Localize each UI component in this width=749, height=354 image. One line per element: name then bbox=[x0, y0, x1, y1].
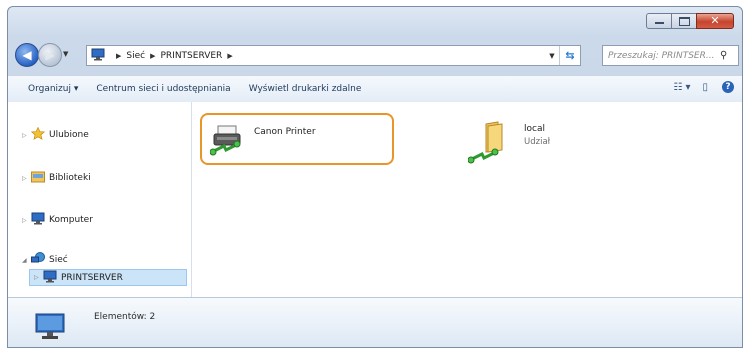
preview-pane-icon[interactable]: ▯ bbox=[702, 82, 708, 93]
search-input[interactable]: Przeszukaj: PRINTSER... bbox=[608, 51, 720, 61]
sidebar-item-label: Biblioteki bbox=[49, 173, 91, 183]
sidebar-item-label: Ulubione bbox=[49, 130, 89, 140]
close-icon: ✕ bbox=[710, 14, 720, 27]
minimize-button[interactable] bbox=[646, 13, 672, 29]
item-label: Canon Printer bbox=[254, 127, 316, 137]
expand-icon[interactable]: ▷ bbox=[22, 175, 31, 182]
sidebar-item-libraries[interactable]: ▷ Biblioteki bbox=[22, 170, 91, 186]
item-label: local bbox=[524, 124, 545, 134]
library-icon bbox=[31, 170, 45, 186]
item-type-label: Udział bbox=[524, 137, 551, 147]
forward-arrow-icon: ▶ bbox=[45, 48, 55, 62]
computer-icon bbox=[34, 312, 68, 345]
sidebar-item-printserver[interactable]: ▷ PRINTSERVER bbox=[29, 269, 187, 286]
organize-button[interactable]: Organizuj ▾ bbox=[28, 84, 78, 94]
back-arrow-icon: ◀ bbox=[22, 48, 32, 62]
collapse-icon[interactable]: ◢ bbox=[22, 257, 31, 264]
network-icon bbox=[31, 252, 45, 268]
command-bar: Organizuj ▾ Centrum sieci i udostępniani… bbox=[8, 75, 742, 103]
refresh-icon[interactable]: ⇆ bbox=[559, 46, 580, 65]
breadcrumb: ▶ Sieć ▶ PRINTSERVER ▶ bbox=[111, 51, 238, 61]
expand-icon[interactable]: ▷ bbox=[34, 274, 43, 281]
printer-share-icon bbox=[209, 122, 248, 161]
breadcrumb-network[interactable]: Sieć bbox=[126, 51, 145, 61]
star-icon bbox=[30, 126, 46, 143]
close-button[interactable]: ✕ bbox=[696, 13, 734, 29]
address-dropdown-icon[interactable]: ▼ bbox=[545, 52, 559, 60]
caption-buttons: ✕ bbox=[646, 13, 734, 29]
address-bar[interactable]: ▶ Sieć ▶ PRINTSERVER ▶ ▼ ⇆ bbox=[86, 45, 581, 66]
back-button[interactable]: ◀ bbox=[15, 43, 39, 67]
maximize-button[interactable] bbox=[671, 13, 697, 29]
explorer-window: ✕ ◀ ▶ ▼ ▶ Sieć ▶ PRINTSERVER ▶ ▼ ⇆ Przes… bbox=[7, 6, 743, 348]
list-item-local[interactable]: local Udział bbox=[467, 120, 551, 169]
details-pane: Elementów: 2 bbox=[8, 297, 742, 347]
sidebar-item-computer[interactable]: ▷ Komputer bbox=[22, 212, 93, 228]
sidebar-item-label: Komputer bbox=[49, 215, 93, 225]
navigation-pane: ▷ Ulubione ▷ Biblioteki ▷ Komputer ◢ Sie… bbox=[8, 102, 192, 297]
computer-icon bbox=[43, 270, 57, 286]
sidebar-item-network[interactable]: ◢ Sieć bbox=[22, 252, 68, 268]
expand-icon[interactable]: ▷ bbox=[22, 217, 31, 224]
maximize-icon bbox=[678, 16, 690, 26]
expand-icon[interactable]: ▷ bbox=[22, 132, 31, 139]
history-dropdown[interactable]: ▼ bbox=[63, 50, 68, 58]
breadcrumb-separator-icon: ▶ bbox=[227, 51, 233, 60]
minimize-icon bbox=[654, 22, 664, 24]
breadcrumb-separator-icon: ▶ bbox=[116, 51, 122, 60]
file-list: Canon Printer local Udział bbox=[192, 102, 742, 297]
folder-share-icon bbox=[467, 120, 516, 169]
breadcrumb-separator-icon: ▶ bbox=[150, 51, 156, 60]
network-center-button[interactable]: Centrum sieci i udostępniania bbox=[96, 84, 230, 94]
computer-icon bbox=[91, 48, 105, 64]
computer-icon bbox=[31, 212, 45, 228]
view-options-icon[interactable]: ☷ ▾ bbox=[673, 82, 690, 93]
forward-button[interactable]: ▶ bbox=[38, 43, 62, 67]
sidebar-item-label: PRINTSERVER bbox=[61, 272, 123, 283]
list-item-canon-printer[interactable]: Canon Printer bbox=[200, 113, 394, 165]
navigation-bar: ◀ ▶ ▼ ▶ Sieć ▶ PRINTSERVER ▶ ▼ ⇆ Przeszu… bbox=[8, 41, 742, 67]
search-box[interactable]: Przeszukaj: PRINTSER... ⚲ bbox=[602, 45, 739, 66]
item-count: Elementów: 2 bbox=[94, 312, 156, 322]
help-icon[interactable]: ? bbox=[722, 81, 734, 93]
search-icon[interactable]: ⚲ bbox=[720, 50, 734, 61]
sidebar-item-favorites[interactable]: ▷ Ulubione bbox=[22, 126, 89, 143]
breadcrumb-printserver[interactable]: PRINTSERVER bbox=[160, 51, 222, 61]
remote-printers-button[interactable]: Wyświetl drukarki zdalne bbox=[249, 84, 362, 94]
sidebar-item-label: Sieć bbox=[49, 255, 68, 265]
